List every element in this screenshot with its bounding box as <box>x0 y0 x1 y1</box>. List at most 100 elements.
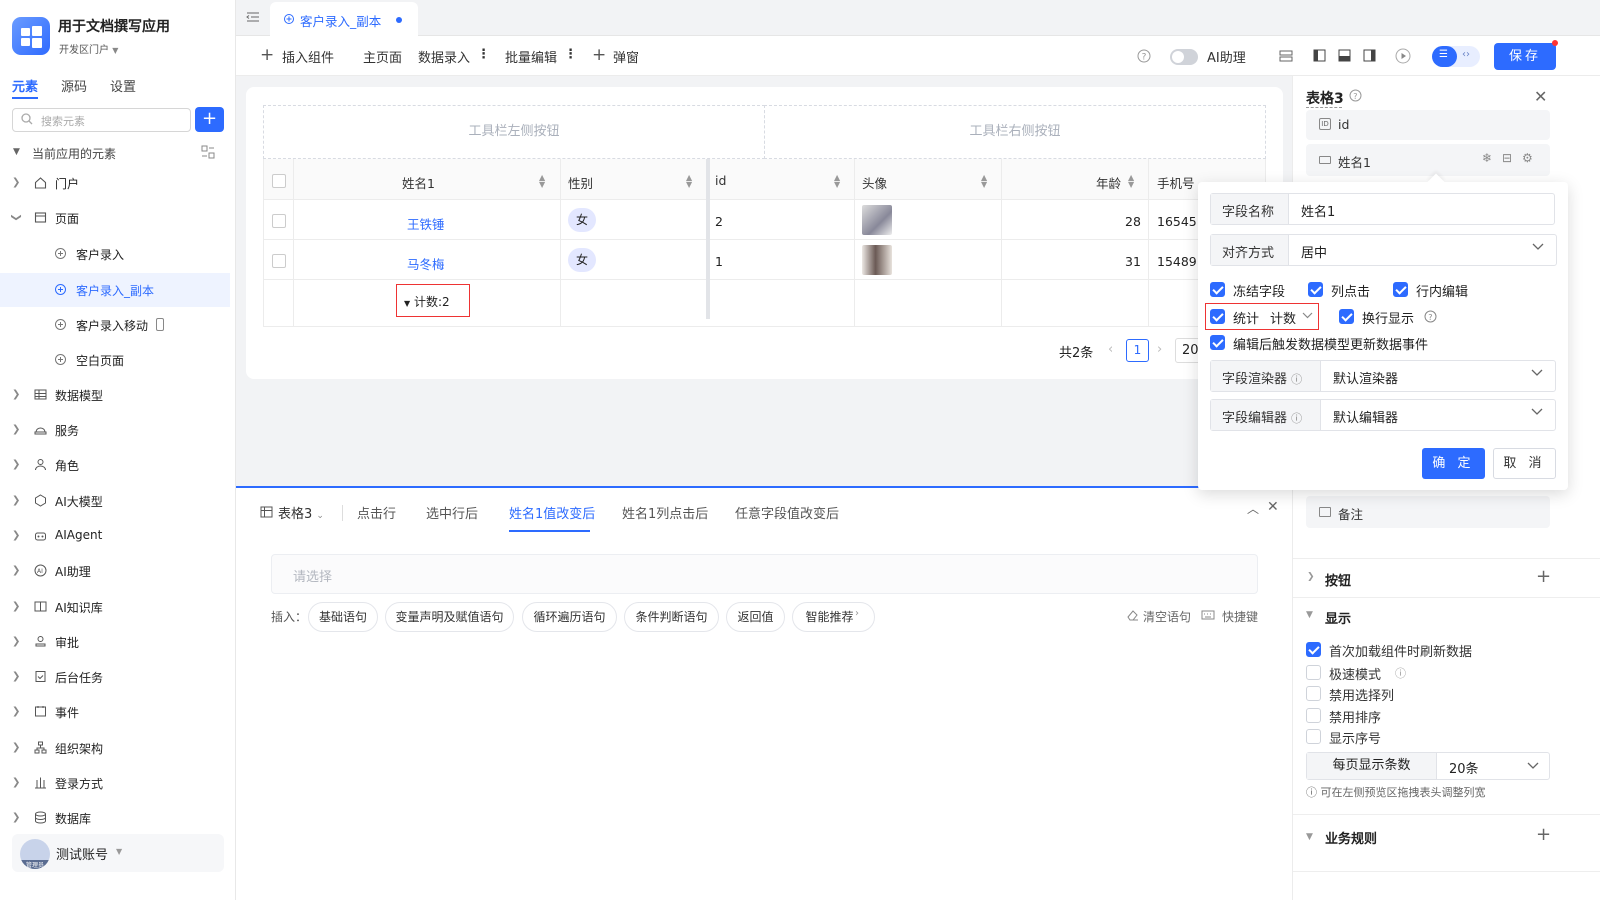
account-menu[interactable]: 管理员 测试账号 ▼ <box>12 834 224 872</box>
sort-icon[interactable]: ▲ ▼ <box>539 174 545 189</box>
cell-name[interactable]: 马冬梅 <box>407 254 445 273</box>
sort-icon[interactable]: ▲ ▼ <box>1128 174 1134 189</box>
column-header-age[interactable]: 年龄 <box>1096 173 1121 192</box>
tree-item-org[interactable]: ❯ 组织架构 <box>0 731 230 765</box>
chevron-down-icon[interactable] <box>1531 369 1543 377</box>
help-icon[interactable]: ? <box>1349 89 1362 102</box>
tab-customer-entry-copy[interactable]: 客户录入_副本 <box>270 2 418 36</box>
field-item-name1[interactable]: 姓名1 ❄ ⊟ ⚙ <box>1306 144 1550 176</box>
tree-item-blank-page[interactable]: 空白页面 <box>0 343 230 377</box>
bottom-panel-icon[interactable] <box>1338 49 1351 62</box>
tab-row-selected[interactable]: 选中行后 <box>426 503 478 522</box>
table-edit-icon[interactable]: ⊟ <box>1502 151 1512 165</box>
prev-page-icon[interactable]: ‹ <box>1108 342 1113 357</box>
more-icon[interactable]: ⋮ <box>477 47 490 62</box>
chip-return-value[interactable]: 返回值 <box>726 602 785 632</box>
checkbox[interactable] <box>1306 708 1321 723</box>
right-panel-icon[interactable] <box>1363 49 1376 62</box>
next-page-icon[interactable]: › <box>1157 342 1162 357</box>
field-item-remark[interactable]: 备注 <box>1306 496 1550 528</box>
tree-item-ai-knowledge[interactable]: ❯ AI知识库 <box>0 590 230 624</box>
checkbox[interactable] <box>1306 665 1321 680</box>
field-name-input[interactable]: 姓名1 <box>1301 201 1335 220</box>
column-header-id[interactable]: id <box>715 173 726 188</box>
tab-settings[interactable]: 设置 <box>110 76 136 95</box>
checkbox[interactable] <box>1306 729 1321 744</box>
chevron-down-icon[interactable] <box>1531 408 1543 416</box>
section-display[interactable]: 显示 <box>1325 608 1351 627</box>
align-select[interactable]: 居中 <box>1301 242 1327 261</box>
tree-item-data-model[interactable]: ❯ 数据模型 <box>0 378 230 412</box>
checkbox[interactable] <box>1306 686 1321 701</box>
help-icon[interactable]: ? <box>1137 49 1151 63</box>
tree-item-ai-assistant[interactable]: ❯ AI AI助理 <box>0 554 230 588</box>
checkbox-checked[interactable] <box>1308 282 1323 297</box>
section-button[interactable]: 按钮 <box>1325 570 1351 589</box>
renderer-select[interactable]: 默认渲染器 <box>1333 368 1398 387</box>
checkbox-checked[interactable] <box>1306 642 1321 657</box>
event-table-selector[interactable]: 表格3 ⌄ <box>278 503 324 522</box>
collapse-sidebar-icon[interactable] <box>246 10 260 24</box>
portal-selector[interactable]: 开发区门户 ▼ <box>59 41 118 56</box>
tab-name1-column-click[interactable]: 姓名1列点击后 <box>622 503 708 522</box>
collapse-all-icon[interactable] <box>201 145 215 159</box>
preview-play-icon[interactable] <box>1395 48 1411 64</box>
close-icon[interactable]: ✕ <box>1267 499 1279 515</box>
chevron-down-icon[interactable] <box>1532 243 1544 251</box>
tree-item-customer-entry-mobile[interactable]: 客户录入移动 <box>0 308 230 342</box>
checkbox-checked[interactable] <box>1393 282 1408 297</box>
tree-item-background-task[interactable]: ❯ 后台任务 <box>0 660 230 694</box>
tree-item-login[interactable]: ❯ 登录方式 <box>0 766 230 800</box>
add-button-icon[interactable]: + <box>1536 566 1551 587</box>
more-icon[interactable]: ⋮ <box>564 47 577 62</box>
chevron-down-icon[interactable] <box>1527 762 1539 770</box>
help-icon[interactable]: ? <box>1424 310 1437 323</box>
shortcut-button[interactable]: 快捷键 <box>1222 608 1258 625</box>
chip-variable-statement[interactable]: 变量声明及赋值语句 <box>385 602 514 632</box>
tab-any-field-changed[interactable]: 任意字段值改变后 <box>735 503 839 522</box>
field-item-id[interactable]: ID id <box>1306 110 1550 140</box>
tree-item-pages[interactable]: ❯ 页面 <box>0 201 230 235</box>
data-entry-button[interactable]: 数据录入 <box>418 47 470 66</box>
editor-select[interactable]: 默认编辑器 <box>1333 407 1398 426</box>
sort-icon[interactable]: ▲ ▼ <box>981 174 987 189</box>
freeze-icon[interactable]: ❄ <box>1482 151 1492 165</box>
clear-statements-button[interactable]: 清空语句 <box>1143 608 1191 625</box>
tree-item-database[interactable]: ❯ 数据库 <box>0 801 230 835</box>
tree-item-ai-agent[interactable]: ❯ AIAgent <box>0 519 230 553</box>
tree-item-approval[interactable]: ❯ 审批 <box>0 625 230 659</box>
row-checkbox[interactable] <box>272 254 286 268</box>
section-business-rules[interactable]: 业务规则 <box>1325 828 1377 847</box>
left-panel-icon[interactable] <box>1313 49 1326 62</box>
collapse-panel-icon[interactable]: ︿ <box>1247 500 1259 517</box>
tree-item-portal[interactable]: ❯ 门户 <box>0 166 230 200</box>
tab-name1-changed[interactable]: 姓名1值改变后 <box>509 503 595 522</box>
tree-item-customer-entry[interactable]: 客户录入 <box>0 237 230 271</box>
checkbox-checked[interactable] <box>1210 282 1225 297</box>
tree-item-customer-entry-copy[interactable]: 客户录入_副本 <box>0 273 230 307</box>
add-element-button[interactable]: + <box>195 107 224 132</box>
layout-icon[interactable] <box>1279 50 1293 62</box>
design-mode-switch[interactable]: ☰ ‹› <box>1432 46 1480 67</box>
settings-icon[interactable]: ⚙ <box>1522 151 1533 165</box>
add-rule-icon[interactable]: + <box>1536 824 1551 845</box>
tab-elements[interactable]: 元素 <box>12 76 38 95</box>
chip-basic-statement[interactable]: 基础语句 <box>308 602 378 632</box>
insert-component-button[interactable]: 插入组件 <box>282 47 334 66</box>
chip-loop-statement[interactable]: 循环遍历语句 <box>522 602 617 632</box>
chevron-down-icon[interactable]: ▼ <box>1306 610 1313 620</box>
column-header-phone[interactable]: 手机号 <box>1157 173 1195 192</box>
event-action-select[interactable]: 请选择 <box>271 554 1258 594</box>
tree-item-event[interactable]: ❯ 事件 <box>0 695 230 729</box>
cell-name[interactable]: 王铁锤 <box>407 214 445 233</box>
chip-smart-recommend[interactable]: 智能推荐 <box>792 602 875 632</box>
checkbox-checked[interactable] <box>1210 335 1225 350</box>
column-header-avatar[interactable]: 头像 <box>862 173 887 192</box>
ai-assistant-toggle[interactable] <box>1170 49 1198 65</box>
search-input[interactable]: 搜索元素 <box>12 108 191 132</box>
close-icon[interactable]: ✕ <box>1534 87 1547 106</box>
sort-icon[interactable]: ▲ ▼ <box>834 174 840 189</box>
checkbox-checked[interactable] <box>1339 309 1354 324</box>
sort-icon[interactable]: ▲ ▼ <box>686 174 692 189</box>
batch-edit-button[interactable]: 批量编辑 <box>505 47 557 66</box>
